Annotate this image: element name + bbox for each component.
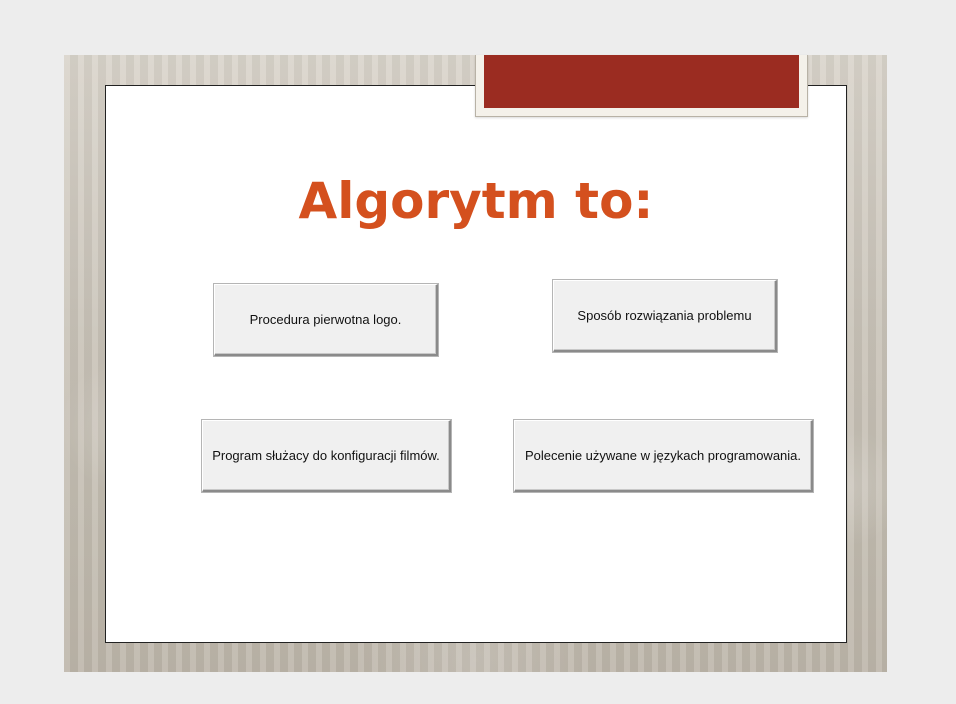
header-accent-bar <box>484 55 799 108</box>
answer-button-4[interactable]: Polecenie używane w językach programowan… <box>514 420 813 492</box>
answer-button-2[interactable]: Sposób rozwiązania problemu <box>553 280 777 352</box>
answer-button-1[interactable]: Procedura pierwotna logo. <box>214 284 438 356</box>
slide-title: Algorytm to: <box>298 172 654 230</box>
header-tab <box>475 55 808 117</box>
slide-canvas <box>105 85 847 643</box>
answer-button-3[interactable]: Program służacy do konfiguracji filmów. <box>202 420 451 492</box>
